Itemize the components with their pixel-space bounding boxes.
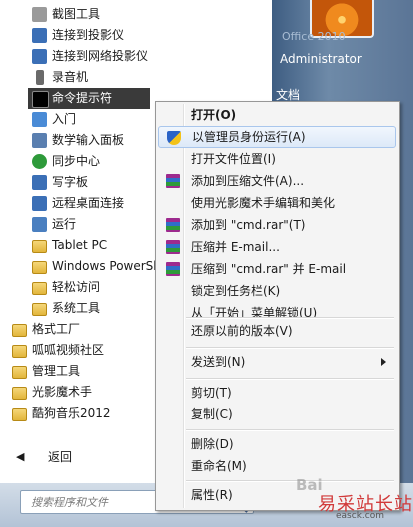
program-label: 截图工具 (52, 7, 101, 21)
microphone-icon (36, 70, 44, 85)
menu-item-edit-neoimaging[interactable]: 使用光影魔术手编辑和美化 (158, 192, 396, 214)
folder-icon (12, 324, 27, 337)
submenu-arrow-icon (381, 358, 386, 366)
menu-separator (186, 317, 394, 319)
menu-separator (186, 429, 394, 431)
menu-item-compress-email[interactable]: 压缩并 E-mail... (158, 236, 396, 258)
folder-label: 轻松访问 (52, 280, 101, 294)
menu-item-label: 还原以前的版本(V) (191, 324, 293, 338)
program-label: 远程桌面连接 (52, 196, 125, 210)
menu-item-send-to[interactable]: 发送到(N) (158, 351, 396, 373)
folder-icon (32, 240, 47, 253)
menu-item-open[interactable]: 打开(O) (158, 104, 396, 126)
program-command-prompt[interactable]: 命令提示符 (28, 88, 150, 109)
folder-icon (32, 261, 47, 274)
folder-label: 管理工具 (32, 364, 81, 378)
network-projector-icon (32, 49, 47, 64)
back-arrow-icon: ◀ (16, 450, 25, 463)
program-label: 入门 (52, 112, 77, 126)
menu-item-run-as-admin[interactable]: 以管理员身份运行(A) (158, 126, 396, 148)
run-icon (32, 217, 47, 232)
menu-item-label: 以管理员身份运行(A) (192, 130, 306, 144)
winrar-icon (166, 174, 180, 188)
menu-item-copy[interactable]: 复制(C) (158, 403, 396, 425)
program-label: 运行 (52, 217, 77, 231)
program-label: 录音机 (52, 70, 89, 84)
folder-label: 酷狗音乐2012 (32, 406, 111, 420)
menu-item-label: 压缩到 "cmd.rar" 并 E-mail (191, 262, 347, 276)
folder-icon (32, 282, 47, 295)
back-label: 返回 (48, 450, 73, 464)
user-name-link[interactable]: Administrator (280, 52, 362, 66)
uac-shield-icon (167, 131, 181, 145)
site-watermark-url: easck.com (336, 511, 384, 521)
snipping-tool-icon (32, 7, 47, 22)
folder-label: 呱呱视频社区 (32, 343, 105, 357)
program-label: 连接到投影仪 (52, 28, 125, 42)
menu-separator (186, 347, 394, 349)
menu-item-compress-cmd-rar-email[interactable]: 压缩到 "cmd.rar" 并 E-mail (158, 258, 396, 280)
background-window-text: Office 2010 (282, 30, 346, 43)
winrar-icon (166, 240, 180, 254)
sync-center-icon (32, 154, 47, 169)
folder-label: 光影魔术手 (32, 385, 93, 399)
menu-item-rename[interactable]: 重命名(M) (158, 455, 396, 477)
program-label: 同步中心 (52, 154, 101, 168)
math-input-icon (32, 133, 47, 148)
wordpad-icon (32, 175, 47, 190)
menu-separator (186, 378, 394, 380)
menu-item-label: 剪切(T) (191, 386, 232, 400)
menu-item-restore-versions[interactable]: 还原以前的版本(V) (158, 320, 396, 342)
menu-item-label: 使用光影魔术手编辑和美化 (191, 196, 336, 210)
menu-item-label: 添加到 "cmd.rar"(T) (191, 218, 306, 232)
menu-item-label: 发送到(N) (191, 355, 246, 369)
menu-item-label: 属性(R) (191, 488, 233, 502)
program-label: 数学输入面板 (52, 133, 125, 147)
menu-item-label: 重命名(M) (191, 459, 247, 473)
winrar-icon (166, 262, 180, 276)
context-menu: 打开(O) 以管理员身份运行(A) 打开文件位置(I) 添加到压缩文件(A)..… (155, 101, 400, 511)
program-label: 命令提示符 (52, 91, 113, 105)
menu-item-add-to-cmd-rar[interactable]: 添加到 "cmd.rar"(T) (158, 214, 396, 236)
program-network-projector[interactable]: 连接到网络投影仪 (0, 46, 272, 67)
menu-item-cut[interactable]: 剪切(T) (158, 382, 396, 404)
projector-icon (32, 28, 47, 43)
remote-desktop-icon (32, 196, 47, 211)
program-sound-recorder[interactable]: 录音机 (0, 67, 272, 88)
menu-item-label: 删除(D) (191, 437, 234, 451)
folder-icon (12, 387, 27, 400)
menu-item-open-file-location[interactable]: 打开文件位置(I) (158, 148, 396, 170)
folder-label: 格式工厂 (32, 322, 81, 336)
menu-item-label: 打开文件位置(I) (191, 152, 276, 166)
program-label: 写字板 (52, 175, 89, 189)
folder-icon (12, 345, 27, 358)
menu-item-label: 锁定到任务栏(K) (191, 284, 281, 298)
menu-item-label: 复制(C) (191, 407, 233, 421)
winrar-icon (166, 218, 180, 232)
getting-started-icon (32, 112, 47, 127)
folder-icon (12, 366, 27, 379)
cmd-icon (32, 91, 49, 108)
menu-separator (186, 480, 394, 482)
program-label: 连接到网络投影仪 (52, 49, 149, 63)
folder-icon (32, 303, 47, 316)
folder-label: Tablet PC (52, 238, 108, 252)
folder-label: 系统工具 (52, 301, 101, 315)
program-connect-projector[interactable]: 连接到投影仪 (0, 25, 272, 46)
menu-item-label: 打开(O) (191, 108, 237, 122)
program-snipping-tool[interactable]: 截图工具 (0, 4, 272, 25)
folder-icon (12, 408, 27, 421)
menu-item-delete[interactable]: 删除(D) (158, 433, 396, 455)
menu-item-add-to-archive[interactable]: 添加到压缩文件(A)... (158, 170, 396, 192)
menu-item-pin-to-taskbar[interactable]: 锁定到任务栏(K) (158, 280, 396, 302)
menu-item-label: 添加到压缩文件(A)... (191, 174, 305, 188)
menu-item-label: 压缩并 E-mail... (191, 240, 280, 254)
